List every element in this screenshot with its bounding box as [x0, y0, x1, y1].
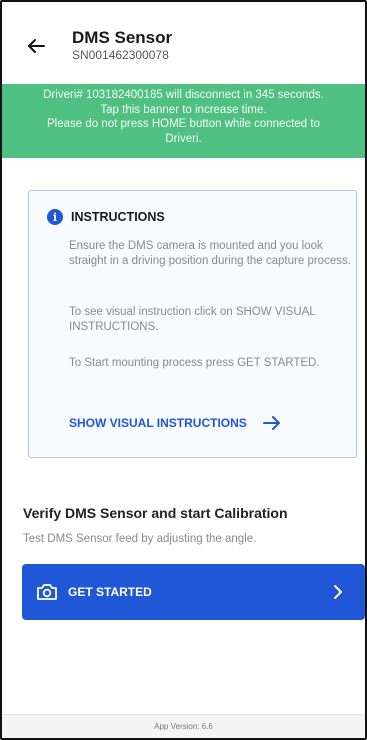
arrow-right-icon	[262, 416, 280, 430]
get-started-label: GET STARTED	[68, 585, 152, 599]
disconnect-banner[interactable]: Driveri# 103182400185 will disconnect in…	[2, 84, 365, 158]
instructions-header: i INSTRUCTIONS	[47, 209, 165, 225]
info-icon: i	[47, 209, 63, 225]
instructions-card: i INSTRUCTIONS Ensure the DMS camera is …	[28, 190, 357, 458]
banner-line: Driveri# 103182400185 will disconnect in…	[43, 89, 324, 101]
chevron-right-icon	[334, 585, 342, 599]
banner-line: Tap this banner to increase time.	[100, 103, 267, 116]
header: DMS Sensor SN001462300078	[2, 2, 365, 82]
instruction-text: To see visual instruction click on SHOW …	[69, 306, 316, 333]
show-visual-instructions-link[interactable]: SHOW VISUAL INSTRUCTIONS	[69, 416, 281, 430]
app-screen: DMS Sensor SN001462300078 Driveri# 10318…	[0, 0, 367, 740]
footer: App Version: 6.6	[2, 714, 365, 738]
banner-line: Driveri.	[165, 132, 202, 145]
banner-line: Please do not press HOME button while co…	[47, 118, 320, 130]
show-visual-instructions-label: SHOW VISUAL INSTRUCTIONS	[69, 416, 247, 430]
get-started-button[interactable]: GET STARTED	[22, 564, 365, 620]
serial-number: SN001462300078	[72, 48, 169, 62]
app-version: App Version: 6.6	[154, 722, 213, 731]
instruction-text: To Start mounting process press GET STAR…	[69, 357, 320, 369]
camera-icon	[37, 584, 57, 600]
page-title: DMS Sensor	[72, 28, 173, 47]
instruction-text: Ensure the DMS camera is mounted and you…	[69, 240, 351, 267]
verify-section-title: Verify DMS Sensor and start Calibration	[23, 505, 288, 521]
back-button[interactable]	[22, 32, 50, 60]
instructions-title: INSTRUCTIONS	[71, 210, 165, 224]
verify-section-subtitle: Test DMS Sensor feed by adjusting the an…	[23, 533, 257, 545]
arrow-left-icon	[28, 39, 45, 53]
